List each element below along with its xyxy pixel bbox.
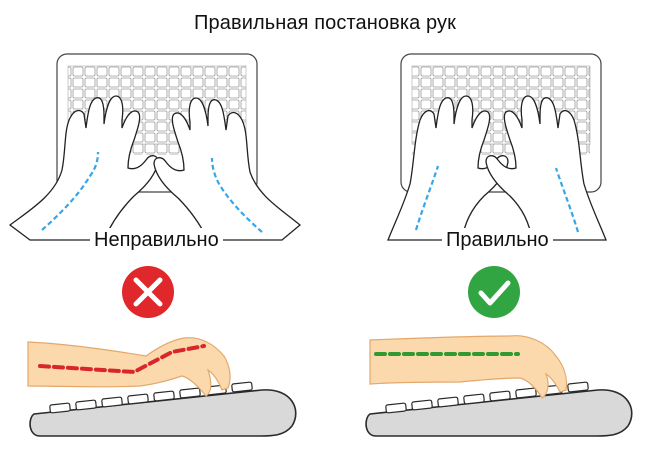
desktop-keyboard-wrong bbox=[29, 381, 297, 437]
wrong-sideview-group bbox=[27, 337, 297, 437]
label-right: Правильно bbox=[442, 228, 553, 252]
label-wrong: Неправильно bbox=[90, 228, 223, 252]
check-icon bbox=[468, 266, 520, 318]
right-topview-group bbox=[387, 53, 607, 241]
illustration bbox=[8, 53, 633, 437]
desktop-keyboard-right bbox=[365, 381, 633, 437]
forearm-hand-right bbox=[369, 335, 568, 399]
right-sideview-group bbox=[365, 335, 633, 437]
left-hand-wrong bbox=[8, 95, 159, 241]
wrong-topview-group bbox=[8, 53, 302, 241]
cross-icon bbox=[122, 266, 174, 318]
